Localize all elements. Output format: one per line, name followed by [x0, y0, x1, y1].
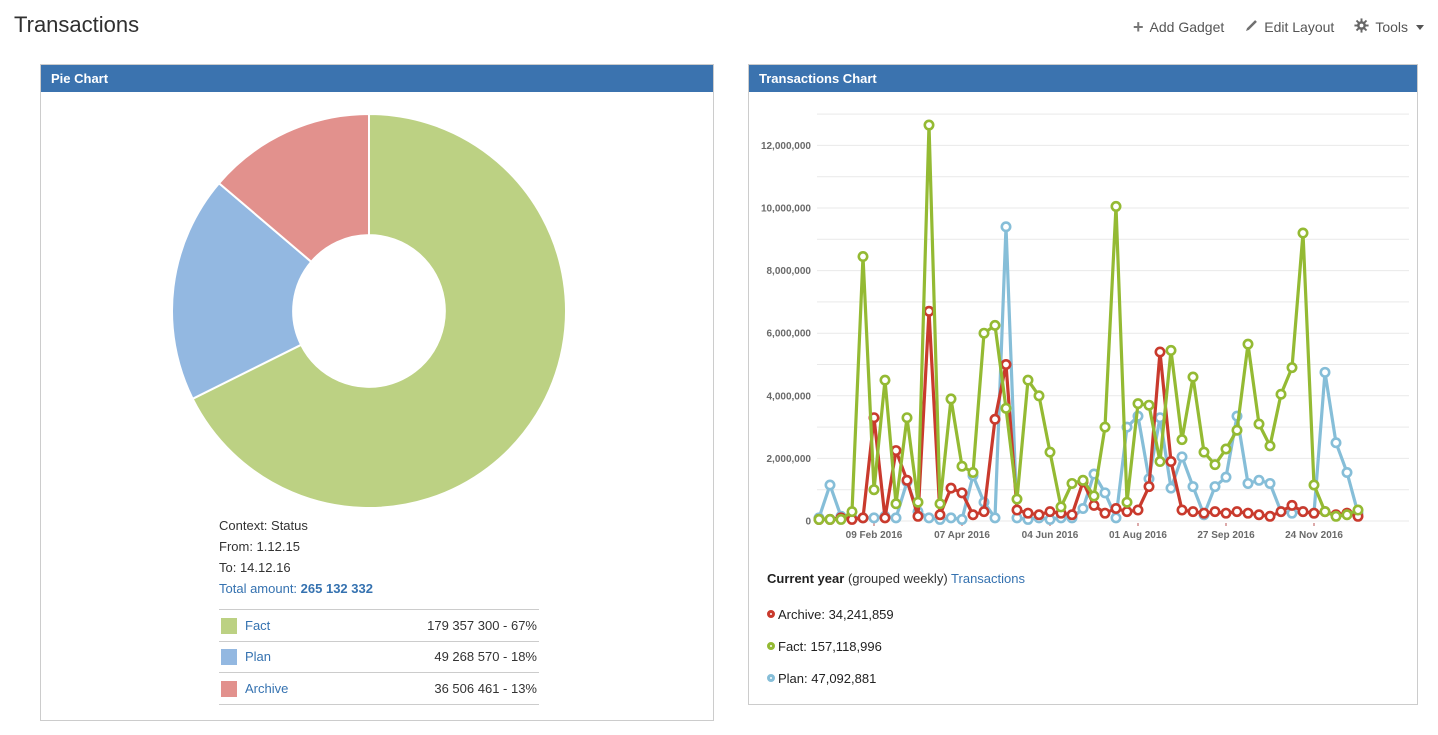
pie-chart-gadget: Pie Chart Context: Status From: 1.12.15 … [40, 64, 714, 721]
tools-label: Tools [1375, 19, 1408, 35]
fact-link[interactable]: Fact [243, 610, 330, 642]
legend-item-fact: Fact: 157,118,996 [767, 630, 1025, 662]
archive-swatch [221, 681, 237, 697]
svg-text:0: 0 [805, 517, 811, 528]
svg-text:07 Apr 2016: 07 Apr 2016 [934, 530, 990, 541]
plan-link[interactable]: Plan [243, 641, 330, 673]
svg-text:04 Jun 2016: 04 Jun 2016 [1022, 530, 1079, 541]
table-row: Fact 179 357 300 - 67% [219, 610, 539, 642]
svg-text:12,000,000: 12,000,000 [761, 141, 811, 152]
svg-text:6,000,000: 6,000,000 [767, 329, 812, 340]
transactions-chart-gadget: Transactions Chart 0 2,000,000 4,000,000 6,… [748, 64, 1418, 705]
pie-donut-chart[interactable] [169, 111, 569, 511]
dashboard-toolbar: + Add Gadget Edit Layout Tools [1133, 18, 1424, 36]
legend-item-plan: Plan: 47,092,881 [767, 662, 1025, 694]
fact-swatch [221, 618, 237, 634]
transactions-line-chart[interactable]: 0 2,000,000 4,000,000 6,000,000 8,000,000 10,… [757, 97, 1412, 559]
plus-icon: + [1133, 20, 1144, 34]
plan-marker-icon [767, 674, 775, 682]
gear-icon [1354, 18, 1369, 36]
svg-text:2,000,000: 2,000,000 [767, 454, 812, 465]
pie-total-value: 265 132 332 [301, 581, 373, 596]
transactions-link[interactable]: Transactions [951, 571, 1025, 586]
tools-menu-button[interactable]: Tools [1354, 18, 1424, 36]
archive-link[interactable]: Archive [243, 673, 330, 705]
pie-to-line: To: 14.12.16 [219, 557, 539, 578]
plan-swatch [221, 649, 237, 665]
table-row: Archive 36 506 461 - 13% [219, 673, 539, 705]
svg-text:10,000,000: 10,000,000 [761, 204, 811, 215]
pencil-icon [1244, 19, 1258, 36]
add-gadget-label: Add Gadget [1150, 19, 1225, 35]
tx-legend-title: Current year (grouped weekly) Transactio… [767, 571, 1025, 586]
caret-down-icon [1416, 25, 1424, 30]
svg-text:8,000,000: 8,000,000 [767, 266, 812, 277]
edit-layout-button[interactable]: Edit Layout [1244, 19, 1334, 36]
page-title: Transactions [14, 12, 139, 38]
legend-item-archive: Archive: 34,241,859 [767, 598, 1025, 630]
pie-legend-table: Fact 179 357 300 - 67% Plan 49 268 570 -… [219, 609, 539, 705]
plan-value: 49 268 570 - 18% [330, 641, 539, 673]
pie-panel-header: Pie Chart [41, 65, 713, 92]
svg-text:27 Sep 2016: 27 Sep 2016 [1197, 530, 1255, 541]
pie-from-line: From: 1.12.15 [219, 536, 539, 557]
table-row: Plan 49 268 570 - 18% [219, 641, 539, 673]
archive-marker-icon [767, 610, 775, 618]
add-gadget-button[interactable]: + Add Gadget [1133, 19, 1224, 35]
tx-legend: Current year (grouped weekly) Transactio… [767, 571, 1025, 694]
pie-total-line: Total amount: 265 132 332 [219, 578, 539, 599]
svg-text:01 Aug 2016: 01 Aug 2016 [1109, 530, 1167, 541]
svg-text:4,000,000: 4,000,000 [767, 391, 812, 402]
tx-panel-header: Transactions Chart [749, 65, 1417, 92]
fact-marker-icon [767, 642, 775, 650]
archive-value: 36 506 461 - 13% [330, 673, 539, 705]
pie-context-line: Context: Status [219, 515, 539, 536]
edit-layout-label: Edit Layout [1264, 19, 1334, 35]
svg-text:09 Feb 2016: 09 Feb 2016 [846, 530, 903, 541]
fact-value: 179 357 300 - 67% [330, 610, 539, 642]
svg-text:24 Nov 2016: 24 Nov 2016 [1285, 530, 1343, 541]
pie-context-block: Context: Status From: 1.12.15 To: 14.12.… [219, 515, 539, 599]
